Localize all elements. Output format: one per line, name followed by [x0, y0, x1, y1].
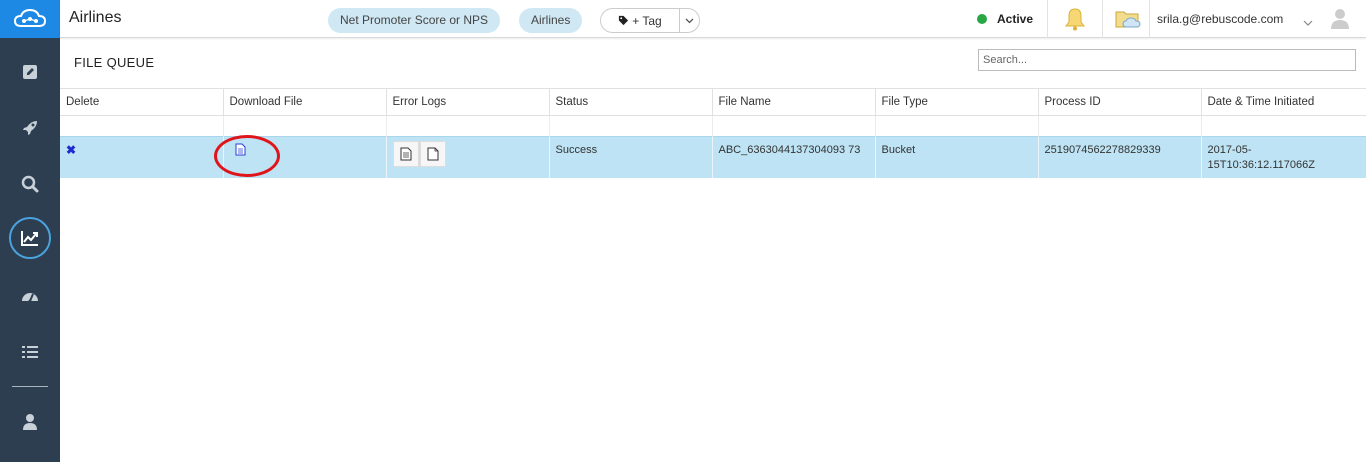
main-content: FILE QUEUE Delete Download File Error Lo… — [60, 38, 1366, 462]
avatar-icon — [1331, 9, 1349, 29]
delete-x-icon[interactable]: ✖ — [66, 143, 76, 157]
file-type-cell: Bucket — [875, 136, 1039, 178]
sidebar-divider — [12, 386, 48, 387]
top-bar: Airlines Net Promoter Score or NPS Airli… — [60, 0, 1366, 38]
edit-icon — [23, 65, 37, 79]
column-header-status[interactable]: Status — [549, 88, 713, 116]
user-avatar[interactable] — [1327, 6, 1353, 32]
status-cell: Success — [549, 136, 713, 178]
header-divider — [1102, 0, 1103, 38]
status-label: Active — [997, 12, 1034, 26]
user-icon — [23, 414, 37, 430]
error-logs-cell — [386, 136, 550, 178]
user-menu-toggle[interactable] — [1303, 12, 1313, 31]
column-header-delete[interactable]: Delete — [60, 88, 224, 116]
tag-dropdown-toggle[interactable] — [680, 18, 699, 24]
view-log-button[interactable] — [392, 141, 419, 167]
download-cell — [213, 135, 387, 178]
active-indicator — [9, 217, 51, 259]
tag-icon — [619, 15, 629, 26]
sidebar-item-list[interactable] — [0, 330, 60, 374]
process-id-cell: 2519074562278829339 — [1038, 136, 1202, 178]
header-divider — [1149, 0, 1150, 38]
table-header-row: Delete Download File Error Logs Status F… — [60, 88, 1366, 116]
filter-row — [60, 115, 1366, 137]
tag-main[interactable]: + Tag — [601, 9, 680, 32]
status-dot — [977, 14, 987, 24]
delete-cell: ✖ — [60, 136, 224, 178]
app-title: Airlines — [69, 9, 122, 26]
download-log-button[interactable] — [419, 141, 446, 167]
sidebar-item-search[interactable] — [0, 162, 60, 206]
user-email[interactable]: srila.g@rebuscode.com — [1157, 12, 1283, 26]
header-divider — [1047, 0, 1048, 38]
datetime-cell: 2017-05- 15T10:36:12.117066Z — [1201, 136, 1366, 178]
column-header-process-id[interactable]: Process ID — [1038, 88, 1202, 116]
download-file-icon[interactable] — [235, 143, 246, 161]
trending-chart-icon — [21, 231, 38, 246]
add-tag-button[interactable]: + Tag — [600, 8, 700, 33]
table-row[interactable]: ✖ Success ABC_6363044137304093 73 Bucket… — [60, 135, 1366, 178]
search-input[interactable] — [978, 49, 1356, 71]
column-header-error-logs[interactable]: Error Logs — [386, 88, 550, 116]
list-icon — [22, 346, 38, 358]
column-header-datetime[interactable]: Date & Time Initiated — [1201, 88, 1366, 116]
column-header-file-type[interactable]: File Type — [875, 88, 1039, 116]
annotation-circle — [213, 135, 280, 177]
sidebar — [0, 0, 60, 462]
column-header-file-name[interactable]: File Name — [712, 88, 876, 116]
chevron-down-icon — [685, 18, 694, 23]
column-header-download-file[interactable]: Download File — [223, 88, 387, 116]
sidebar-item-edit[interactable] — [0, 50, 60, 94]
rocket-icon — [23, 121, 37, 135]
cloud-folder-button[interactable] — [1115, 6, 1141, 32]
sidebar-item-profile[interactable] — [0, 400, 60, 444]
nps-pill[interactable]: Net Promoter Score or NPS — [328, 8, 501, 33]
document-lines-icon — [400, 147, 411, 161]
status-indicator: Active — [977, 12, 1033, 26]
app-logo[interactable] — [0, 0, 60, 38]
document-blank-icon — [427, 147, 439, 161]
file-name-cell: ABC_6363044137304093 73 — [712, 136, 876, 178]
cloud-logo-icon — [13, 8, 47, 27]
airlines-pill[interactable]: Airlines — [519, 8, 583, 33]
cloud-folder-icon — [1115, 11, 1141, 28]
sidebar-item-launch[interactable] — [0, 106, 60, 150]
sidebar-item-analytics[interactable] — [0, 216, 60, 260]
tag-label: + Tag — [632, 13, 662, 28]
page-title: FILE QUEUE — [74, 55, 155, 70]
search-icon — [21, 175, 39, 193]
dashboard-gauge-icon — [22, 293, 38, 303]
notifications-button[interactable] — [1062, 6, 1088, 32]
chevron-down-icon — [1303, 20, 1313, 26]
bell-icon — [1065, 8, 1085, 31]
sidebar-item-dashboard[interactable] — [0, 274, 60, 318]
file-queue-table: Delete Download File Error Logs Status F… — [60, 88, 1366, 178]
